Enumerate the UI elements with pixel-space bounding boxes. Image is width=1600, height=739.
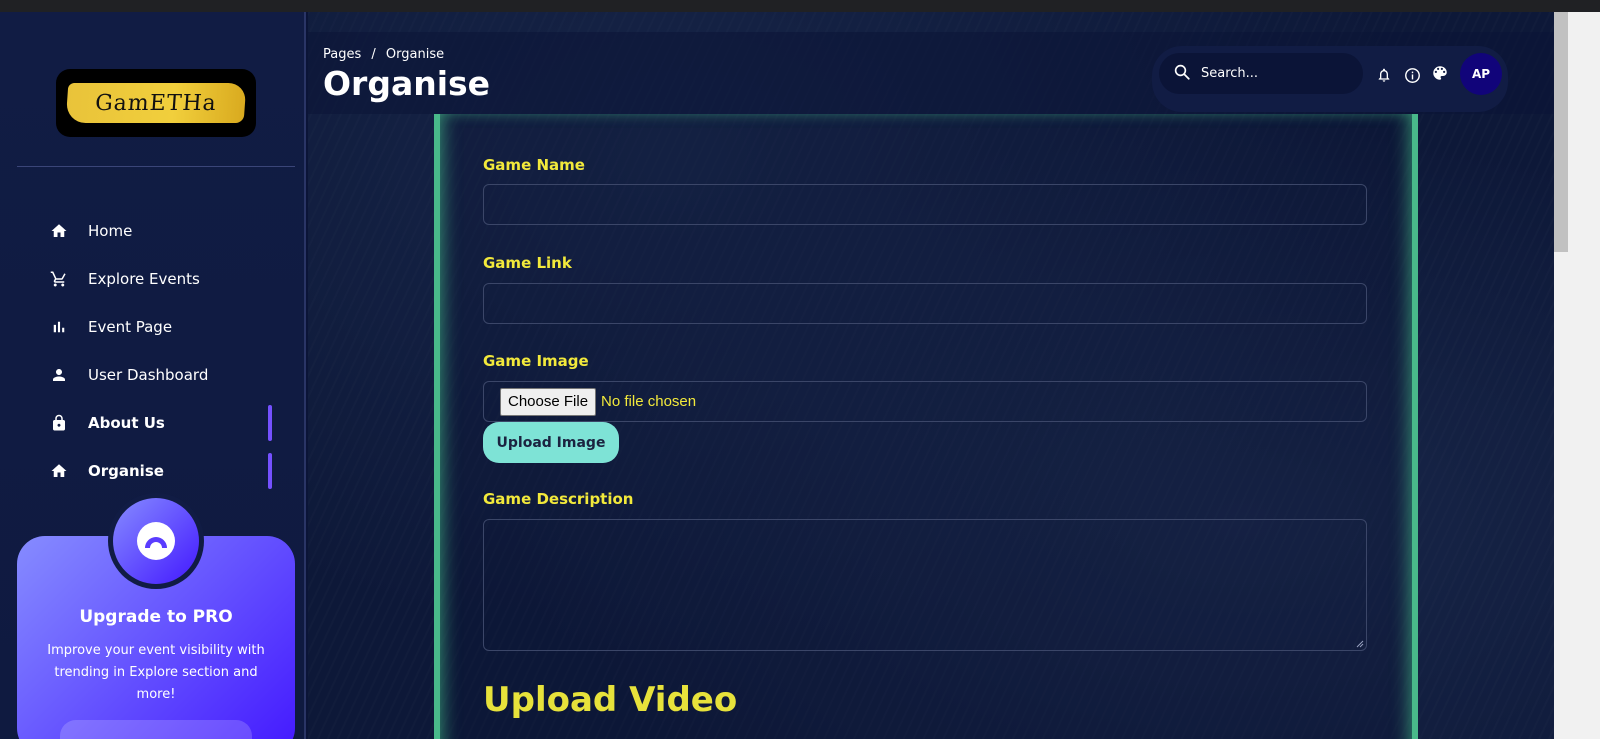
game-image-file-input[interactable]: Choose File No file chosen (483, 381, 1367, 422)
sidebar-item-label: Event Page (88, 318, 173, 336)
breadcrumb: Pages / Organise (323, 47, 450, 62)
breadcrumb-root[interactable]: Pages (323, 47, 361, 62)
breadcrumb-current[interactable]: Organise (386, 47, 444, 62)
bar-chart-icon (50, 318, 68, 336)
game-name-input[interactable] (483, 184, 1367, 225)
main-content: Pages / Organise Organise AP Game Name G… (308, 12, 1554, 739)
sidebar-item-event-page[interactable]: Event Page (0, 303, 304, 351)
sidebar-item-explore-events[interactable]: Explore Events (0, 255, 304, 303)
sidebar-item-about-us[interactable]: About Us (0, 399, 304, 447)
resize-grip-icon (1356, 640, 1364, 648)
promo-button[interactable] (60, 720, 252, 739)
browser-top-strip (0, 0, 1600, 12)
page-title: Organise (323, 64, 491, 103)
upload-video-title: Upload Video (483, 680, 738, 720)
promo-badge-inner (113, 498, 199, 584)
home-icon (50, 222, 68, 240)
sidebar-item-organise[interactable]: Organise (0, 447, 304, 495)
game-description-label: Game Description (483, 490, 634, 508)
breadcrumb-separator: / (371, 47, 376, 62)
sidebar-item-label: Explore Events (88, 270, 200, 288)
arc-logo-icon (137, 522, 175, 560)
promo-text: Improve your event visibility with trend… (47, 643, 265, 702)
sidebar-item-user-dashboard[interactable]: User Dashboard (0, 351, 304, 399)
sidebar-item-label: User Dashboard (88, 366, 209, 384)
game-description-textarea[interactable] (483, 519, 1367, 651)
sidebar-divider (17, 166, 295, 167)
sidebar-nav: Home Explore Events Event Page User Dash… (0, 207, 304, 495)
home-icon (50, 462, 68, 480)
upload-image-button[interactable]: Upload Image (483, 422, 619, 463)
scrollbar-track (1568, 12, 1600, 739)
active-indicator (268, 453, 272, 489)
avatar[interactable]: AP (1460, 53, 1502, 95)
cart-icon (50, 270, 68, 288)
active-indicator (268, 405, 272, 441)
file-status-text: No file chosen (601, 393, 697, 410)
bell-icon[interactable] (1375, 66, 1393, 84)
game-name-label: Game Name (483, 156, 585, 174)
scrollbar-thumb[interactable] (1554, 12, 1568, 252)
promo-badge (108, 493, 204, 589)
search-box[interactable] (1159, 53, 1363, 94)
logo[interactable]: GamETHa (56, 69, 256, 137)
lock-icon (50, 414, 68, 432)
info-icon[interactable] (1403, 66, 1421, 84)
sidebar-item-home[interactable]: Home (0, 207, 304, 255)
search-input[interactable] (1201, 66, 1351, 81)
logo-brush: GamETHa (65, 83, 247, 123)
logo-text: GamETHa (94, 90, 218, 116)
choose-file-button[interactable]: Choose File (500, 387, 597, 416)
game-image-label: Game Image (483, 352, 589, 370)
sidebar-item-label: About Us (88, 414, 165, 432)
sidebar-item-label: Organise (88, 462, 164, 480)
game-link-input[interactable] (483, 283, 1367, 324)
game-link-label: Game Link (483, 254, 572, 272)
palette-icon[interactable] (1431, 64, 1449, 82)
search-icon (1173, 63, 1191, 85)
promo-title: Upgrade to PRO (79, 607, 233, 627)
sidebar-item-label: Home (88, 222, 133, 240)
person-icon (50, 366, 68, 384)
